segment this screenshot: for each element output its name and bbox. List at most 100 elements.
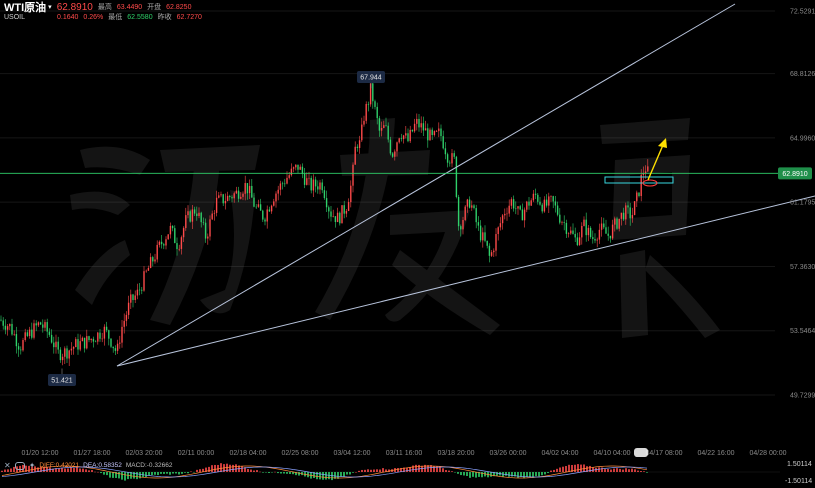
candle-body <box>427 128 429 141</box>
candle-body <box>28 329 31 336</box>
candle-body <box>409 129 411 142</box>
candle-body <box>442 136 444 149</box>
candle-body <box>616 218 618 229</box>
candle-body <box>268 209 271 212</box>
candle-body <box>618 218 620 229</box>
candle-body <box>64 348 66 357</box>
macd-histogram-bar <box>442 468 444 472</box>
candle-body <box>387 125 389 140</box>
settings-icon[interactable]: ✦ <box>29 461 36 470</box>
candle-body <box>559 214 561 223</box>
candle-body <box>174 228 176 244</box>
macd-histogram-bar <box>286 472 288 474</box>
candle-body <box>301 166 304 174</box>
candle-body <box>290 168 293 176</box>
candle-body <box>504 213 506 216</box>
candle-body <box>383 125 385 128</box>
candle-body <box>614 218 616 225</box>
price-axis: 72.5291 68.8126 64.9960 61.1795 57.3630 53.54… <box>790 9 815 400</box>
candle-body <box>361 124 363 141</box>
candle-body <box>565 222 568 234</box>
candle-body <box>251 185 253 198</box>
candle-body <box>72 347 75 349</box>
candle-body <box>398 138 400 143</box>
candle-body <box>99 332 101 339</box>
candle-body <box>596 239 598 241</box>
candle-body <box>196 213 198 217</box>
macd-histogram-bar <box>412 465 414 472</box>
macd-histogram-bar <box>553 469 555 472</box>
candle-body <box>257 204 260 207</box>
eye-icon[interactable] <box>14 461 25 470</box>
candle-body <box>292 167 295 169</box>
candle-body <box>132 294 134 300</box>
candle-body <box>438 128 440 132</box>
candle-body <box>526 201 528 210</box>
macd-histogram-bar <box>523 472 525 479</box>
candle-body <box>605 227 607 234</box>
macd-histogram-bar <box>601 467 603 472</box>
candle-body <box>600 223 603 230</box>
symbol-selector[interactable]: WTI原油 ▾ <box>4 3 52 14</box>
candle-body <box>22 340 24 351</box>
macd-histogram-bar <box>364 469 366 472</box>
candle-body <box>407 133 409 142</box>
macd-histogram-bar <box>451 471 453 472</box>
candle-body <box>116 343 119 351</box>
candle-body <box>306 178 308 185</box>
close-icon[interactable]: ✕ <box>4 461 11 470</box>
candle-body <box>218 195 220 198</box>
candle-body <box>394 151 396 157</box>
macd-histogram-bar <box>538 472 540 477</box>
macd-histogram-bar <box>565 466 567 472</box>
candle-body <box>220 194 222 196</box>
macd-histogram-bar <box>163 472 165 474</box>
time-cursor-marker <box>634 448 648 457</box>
macd-histogram-bar <box>319 472 321 480</box>
candle-body <box>416 118 418 124</box>
macd-histogram-bar <box>103 472 105 475</box>
candle-body <box>325 198 328 208</box>
candle-body <box>279 183 282 190</box>
candle-body <box>55 341 57 348</box>
candle-body <box>101 338 103 340</box>
candle-body <box>548 196 550 206</box>
candle-body <box>163 244 165 246</box>
macd-histogram-bar <box>517 472 519 478</box>
candle-body <box>376 106 378 119</box>
macd-histogram-bar <box>508 472 510 477</box>
macd-histogram-bar <box>88 470 90 472</box>
candle-body <box>59 349 62 361</box>
candle-body <box>222 194 224 204</box>
candle-body <box>198 212 200 217</box>
macd-histogram-bar <box>91 470 93 472</box>
candle-body <box>310 177 312 191</box>
macd-histogram-bar <box>460 472 462 476</box>
candle-body <box>79 341 81 350</box>
candle-body <box>594 238 596 241</box>
macd-upper-label: 1.50114 <box>787 461 812 468</box>
candle-body <box>266 209 268 222</box>
candle-body <box>391 153 394 157</box>
candle-body <box>583 219 585 226</box>
candle-body <box>303 173 306 185</box>
macd-histogram-bar <box>619 468 621 472</box>
candle-body <box>0 319 2 321</box>
macd-histogram-bar <box>169 472 171 475</box>
candle-body <box>374 101 376 107</box>
candle-body <box>193 209 196 214</box>
macd-histogram-bar <box>232 464 234 472</box>
candle-body <box>105 326 108 331</box>
candle-body <box>640 174 642 197</box>
candle-body <box>180 237 183 249</box>
macd-histogram-bar <box>415 464 417 472</box>
macd-histogram-bar <box>262 472 264 473</box>
candle-body <box>585 219 587 236</box>
macd-histogram-bar <box>259 471 261 473</box>
candle-body <box>598 229 601 240</box>
candle-body <box>319 182 321 190</box>
candle-body <box>603 223 605 228</box>
candle-body <box>92 338 95 342</box>
candle-body <box>490 252 493 256</box>
macd-histogram-bar <box>121 472 123 480</box>
